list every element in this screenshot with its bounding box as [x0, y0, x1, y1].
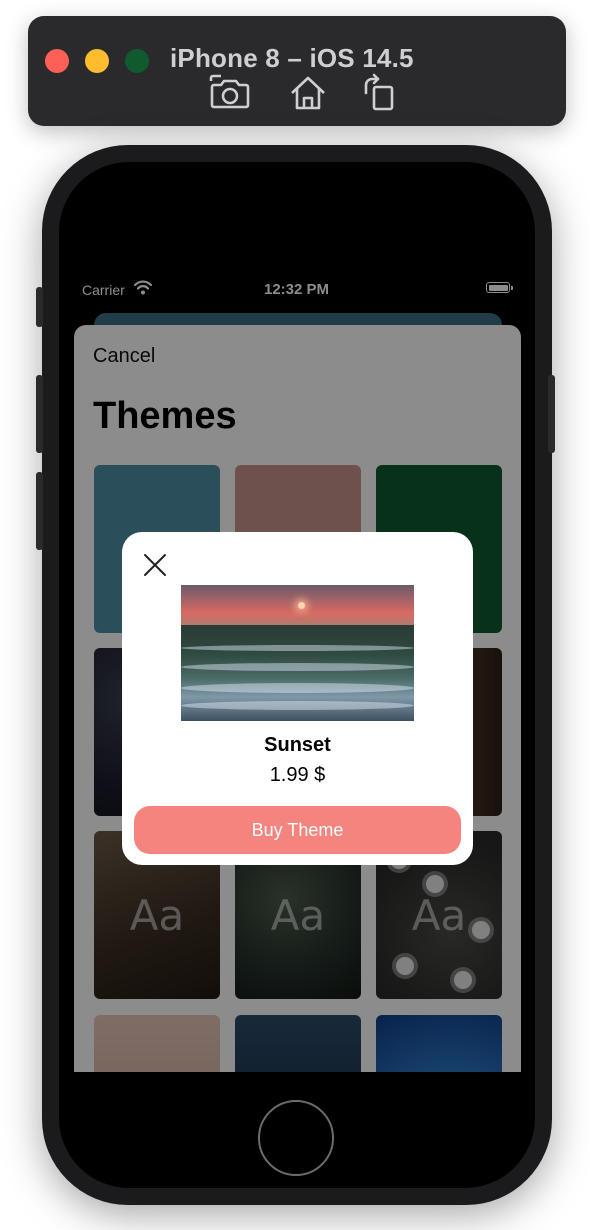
- close-window-button[interactable]: [45, 49, 69, 73]
- simulator-title: iPhone 8 – iOS 14.5: [170, 43, 414, 73]
- phone-screen: Carrier 12:32 PM Cancel Themes Aa Aa Aa …: [74, 270, 521, 1072]
- theme-preview-image: [181, 585, 414, 721]
- volume-up-button: [36, 375, 43, 453]
- buy-theme-button[interactable]: Buy Theme: [134, 806, 461, 854]
- screenshot-icon[interactable]: [208, 71, 252, 115]
- power-button: [548, 375, 555, 453]
- volume-down-button: [36, 472, 43, 550]
- minimize-window-button[interactable]: [85, 49, 109, 73]
- preview-wave: [181, 645, 414, 651]
- mute-switch: [36, 287, 43, 327]
- purchase-dialog: Sunset 1.99 $ Buy Theme: [122, 532, 473, 865]
- close-icon[interactable]: [142, 552, 168, 578]
- zoom-window-button[interactable]: [125, 49, 149, 73]
- preview-wave: [181, 683, 414, 693]
- home-button[interactable]: [258, 1100, 334, 1176]
- rotate-icon[interactable]: [358, 71, 402, 115]
- theme-price: 1.99 $: [269, 764, 326, 786]
- simulator-title-bar: iPhone 8 – iOS 14.5: [28, 16, 566, 126]
- theme-name: Sunset: [264, 734, 331, 756]
- preview-sun: [298, 602, 305, 609]
- home-icon[interactable]: [286, 71, 330, 115]
- preview-wave: [181, 701, 414, 710]
- preview-wave: [181, 663, 414, 671]
